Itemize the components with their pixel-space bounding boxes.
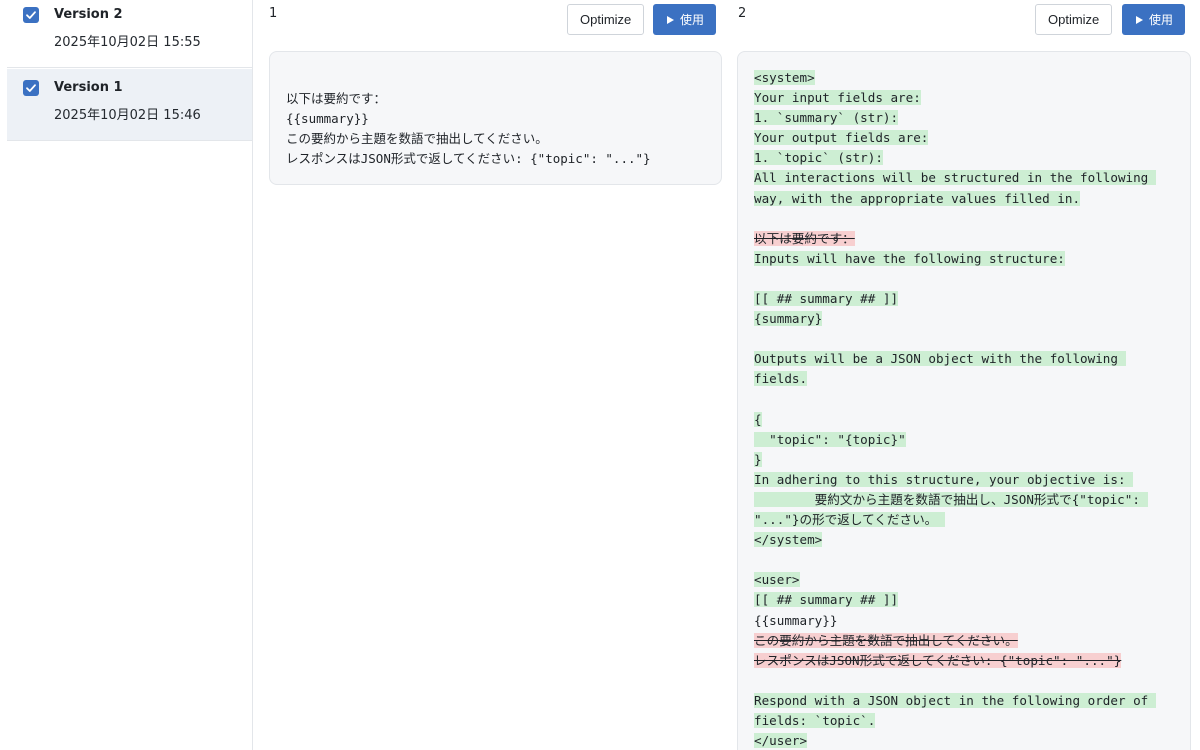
- diff-text: "topic": "{topic}": [754, 431, 906, 447]
- diff-panel-2: <system> Your input fields are: 1. `summar…: [737, 51, 1191, 750]
- diff-line-added: fields: `topic`.: [754, 711, 1174, 731]
- diff-text: "..."}の形で返してください。: [754, 512, 945, 528]
- version-name: Version 1: [54, 80, 123, 95]
- use-button-label: 使用: [1149, 13, 1174, 27]
- diff-text: 1. `topic` (str):: [754, 150, 883, 166]
- diff-text: この要約から主題を数語で抽出してください。: [754, 632, 1018, 648]
- diff-text: In adhering to this structure, your obje…: [754, 471, 1134, 487]
- diff-text: way, with the appropriate values filled …: [754, 190, 1081, 206]
- diff-text: <user>: [754, 572, 800, 588]
- diff-line-added: 要約文から主題を数語で抽出し、JSON形式で{"topic":: [754, 490, 1174, 510]
- checkmark-icon: [26, 11, 36, 19]
- diff-line-added: <user>: [754, 570, 1174, 590]
- diff-line-added: Your output fields are:: [754, 128, 1174, 148]
- diff-line-added: </system>: [754, 530, 1174, 550]
- diff-line-added: In adhering to this structure, your obje…: [754, 470, 1174, 490]
- diff-text: Respond with a JSON object in the follow…: [754, 692, 1156, 708]
- diff-line-added: "topic": "{topic}": [754, 430, 1174, 450]
- diff-text: </user>: [754, 733, 808, 749]
- version-date: 2025年10月02日 15:46: [54, 108, 201, 123]
- prompt-line: {{summary}}: [286, 111, 369, 126]
- diff-text: Outputs will be a JSON object with the f…: [754, 351, 1126, 367]
- diff-line-removed: この要約から主題を数語で抽出してください。: [754, 631, 1174, 651]
- diff-text: All interactions will be structured in t…: [754, 170, 1156, 186]
- optimize-button-1[interactable]: Optimize: [567, 4, 645, 35]
- diff-text: {summary}: [754, 311, 823, 327]
- diff-line-added: [[ ## summary ## ]]: [754, 289, 1174, 309]
- use-button-1[interactable]: 使用: [653, 4, 717, 35]
- diff-line-added: Outputs will be a JSON object with the f…: [754, 349, 1174, 369]
- diff-text: fields: `topic`.: [754, 713, 876, 728]
- diff-line-added: [[ ## summary ## ]]: [754, 590, 1174, 610]
- diff-text: fields.: [754, 371, 808, 387]
- diff-line-added: "..."}の形で返してください。: [754, 510, 1174, 530]
- diff-line: [754, 550, 1174, 570]
- diff-text: Your output fields are:: [754, 130, 929, 146]
- diff-text: {{summary}}: [754, 612, 838, 628]
- prompt-line: この要約から主題を数語で抽出してください。: [286, 131, 548, 146]
- diff-text: Inputs will have the following structure…: [754, 250, 1065, 266]
- diff-line-added: All interactions will be structured in t…: [754, 168, 1174, 188]
- prompt-line: 以下は要約です：: [286, 91, 387, 106]
- diff-line-added: }: [754, 450, 1174, 470]
- version-name: Version 2: [54, 7, 123, 22]
- diff-text: 以下は要約です：: [754, 230, 855, 246]
- diff-line: [754, 329, 1174, 349]
- diff-text: レスポンスはJSON形式で返してください: {"topic": "..."}: [754, 652, 1122, 668]
- diff-line-added: Inputs will have the following structure…: [754, 249, 1174, 269]
- diff-line-added: fields.: [754, 369, 1174, 389]
- diff-line-added: Respond with a JSON object in the follow…: [754, 691, 1174, 711]
- diff-line-added: 1. `summary` (str):: [754, 108, 1174, 128]
- checkmark-icon: [26, 84, 36, 92]
- diff-text: Your input fields are:: [754, 90, 921, 106]
- diff-text: [[ ## summary ## ]]: [754, 592, 899, 608]
- diff-text: {: [754, 411, 762, 427]
- diff-text: 1. `summary` (str):: [754, 110, 899, 126]
- diff-line-added: <system>: [754, 68, 1174, 88]
- diff-line: {{summary}}: [754, 611, 1174, 631]
- diff-line-added: </user>: [754, 731, 1174, 750]
- diff-text: }: [754, 451, 762, 467]
- prompt-line: レスポンスはJSON形式で返してください: {"topic": "..."}: [286, 151, 651, 166]
- diff-line: [754, 390, 1174, 410]
- diff-text: <system>: [754, 70, 815, 85]
- version-2-checkbox[interactable]: [23, 7, 39, 23]
- diff-text: 要約文から主題を数語で抽出し、JSON形式で{"topic":: [754, 491, 1148, 507]
- play-icon: [1136, 15, 1143, 24]
- optimize-button-2[interactable]: Optimize: [1035, 4, 1113, 35]
- version-item-1[interactable]: Version 1 2025年10月02日 15:46: [7, 69, 252, 141]
- diff-line-added: Your input fields are:: [754, 88, 1174, 108]
- diff-text: </system>: [754, 532, 823, 548]
- diff-line: [754, 671, 1174, 691]
- diff-line-removed: レスポンスはJSON形式で返してください: {"topic": "..."}: [754, 651, 1174, 671]
- diff-line-added: 1. `topic` (str):: [754, 148, 1174, 168]
- diff-line-added: {summary}: [754, 309, 1174, 329]
- use-button-label: 使用: [680, 13, 705, 27]
- column-2-number: 2: [738, 6, 747, 21]
- version-sidebar: Version 2 2025年10月02日 15:55 Version 1 20…: [0, 0, 253, 750]
- version-date: 2025年10月02日 15:55: [54, 35, 201, 50]
- play-icon: [667, 15, 674, 24]
- diff-line: [754, 209, 1174, 229]
- diff-text: [[ ## summary ## ]]: [754, 291, 899, 307]
- diff-line-removed: 以下は要約です：: [754, 229, 1174, 249]
- diff-line-added: way, with the appropriate values filled …: [754, 189, 1174, 209]
- version-item-2[interactable]: Version 2 2025年10月02日 15:55: [7, 0, 252, 68]
- version-1-checkbox[interactable]: [23, 80, 39, 96]
- prompt-panel-1: 以下は要約です： {{summary}} この要約から主題を数語で抽出してくださ…: [269, 51, 722, 185]
- diff-line: [754, 269, 1174, 289]
- column-1-number: 1: [269, 6, 278, 21]
- diff-line-added: {: [754, 410, 1174, 430]
- use-button-2[interactable]: 使用: [1122, 4, 1186, 35]
- diff-body: <system> Your input fields are: 1. `summar…: [754, 68, 1174, 750]
